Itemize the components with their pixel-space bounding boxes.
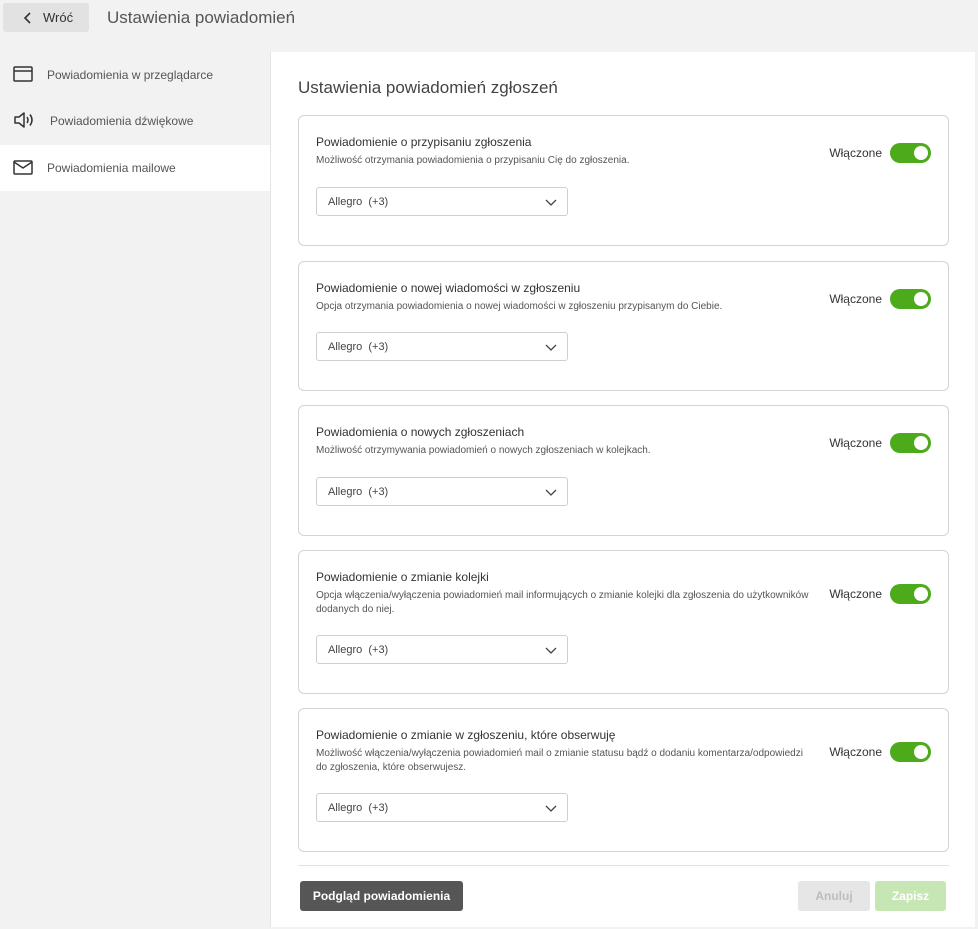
preview-notification-button[interactable]: Podgląd powiadomienia [300,881,463,911]
top-bar: Wróć Ustawienia powiadomień [0,0,978,38]
account-select[interactable]: Allegro (+3) [316,793,568,822]
notification-card-new-message: Powiadomienie o nowej wiadomości w zgłos… [298,261,949,391]
toggle-group: Włączone [829,143,931,163]
notification-card-queue-change: Powiadomienie o zmianie kolejki Opcja wł… [298,550,949,694]
toggle-label: Włączone [829,587,882,601]
select-value: Allegro (+3) [328,195,389,208]
sidebar: Powiadomienia w przeglądarce Powiadomien… [0,52,272,929]
toggle-group: Włączone [829,289,931,309]
toggle-label: Włączone [829,745,882,759]
section-title: Ustawienia powiadomień zgłoszeń [298,78,558,97]
chevron-down-icon [545,197,557,207]
enabled-toggle[interactable] [890,143,931,163]
card-description: Opcja otrzymania powiadomienia o nowej w… [316,301,723,312]
notification-card-assignment: Powiadomienie o przypisaniu zgłoszenia M… [298,115,949,246]
toggle-group: Włączone [829,433,931,453]
save-button[interactable]: Zapisz [875,881,946,911]
select-value: Allegro (+3) [328,485,389,498]
chevron-down-icon [545,487,557,497]
enabled-toggle[interactable] [890,742,931,762]
back-button[interactable]: Wróć [3,3,89,32]
main-panel: Ustawienia powiadomień zgłoszeń Powiadom… [270,52,975,927]
sidebar-item-sound[interactable]: Powiadomienia dźwiękowe [0,98,270,144]
card-title: Powiadomienie o nowej wiadomości w zgłos… [316,281,581,295]
cancel-button[interactable]: Anuluj [798,881,870,911]
envelope-icon [12,157,36,179]
enabled-toggle[interactable] [890,584,931,604]
account-select[interactable]: Allegro (+3) [316,332,568,361]
card-description: Możliwość włączenia/wyłączenia powiadomi… [316,748,803,773]
card-description: Możliwość otrzymywania powiadomień o now… [316,445,651,456]
select-value: Allegro (+3) [328,801,389,814]
toggle-label: Włączone [829,292,882,306]
account-select[interactable]: Allegro (+3) [316,477,568,506]
chevron-left-icon [21,11,35,25]
toggle-knob [914,436,928,450]
toggle-group: Włączone [829,584,931,604]
select-value: Allegro (+3) [328,643,389,656]
sidebar-item-mail[interactable]: Powiadomienia mailowe [0,145,272,191]
select-value: Allegro (+3) [328,340,389,353]
account-select[interactable]: Allegro (+3) [316,187,568,216]
card-title: Powiadomienie o zmianie w zgłoszeniu, kt… [316,728,616,742]
back-button-label: Wróć [43,10,74,25]
notification-card-watched-change: Powiadomienie o zmianie w zgłoszeniu, kt… [298,708,949,852]
sidebar-item-browser[interactable]: Powiadomienia w przeglądarce [0,52,270,98]
toggle-label: Włączone [829,436,882,450]
speaker-icon [12,110,36,132]
sidebar-item-label: Powiadomienia w przeglądarce [47,68,214,82]
account-select[interactable]: Allegro (+3) [316,635,568,664]
toggle-group: Włączone [829,742,931,762]
sidebar-item-label: Powiadomienia dźwiękowe [50,114,194,128]
toggle-knob [914,146,928,160]
enabled-toggle[interactable] [890,433,931,453]
card-description: Możliwość otrzymania powiadomienia o prz… [316,155,630,166]
chevron-down-icon [545,803,557,813]
sidebar-item-label: Powiadomienia mailowe [47,161,176,175]
page-title: Ustawienia powiadomień [107,8,296,27]
chevron-down-icon [545,645,557,655]
card-title: Powiadomienia o nowych zgłoszeniach [316,425,525,439]
card-description: Opcja włączenia/wyłączenia powiadomień m… [316,590,809,615]
chevron-down-icon [545,342,557,352]
card-title: Powiadomienie o zmianie kolejki [316,570,489,584]
browser-window-icon [12,64,36,86]
toggle-knob [914,587,928,601]
toggle-knob [914,745,928,759]
enabled-toggle[interactable] [890,289,931,309]
toggle-knob [914,292,928,306]
footer-divider [298,865,949,866]
card-title: Powiadomienie o przypisaniu zgłoszenia [316,135,532,149]
notification-card-new-tickets: Powiadomienia o nowych zgłoszeniach Możl… [298,405,949,536]
toggle-label: Włączone [829,146,882,160]
